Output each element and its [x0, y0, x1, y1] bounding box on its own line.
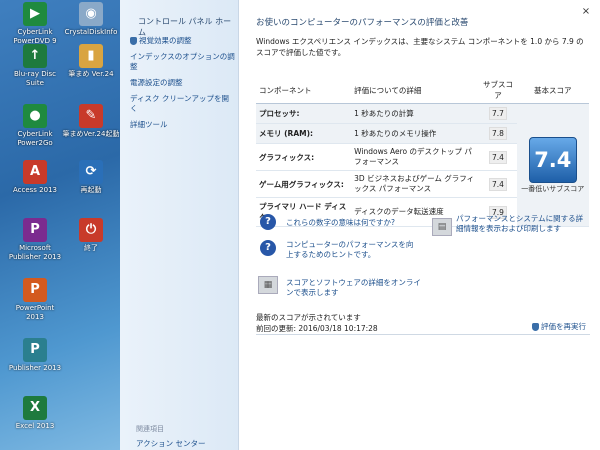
- desktop-icon-label: CyberLink PowerDVD 9: [13, 28, 57, 45]
- app-icon: P: [23, 338, 47, 362]
- base-score-caption: 一番低いサブスコア: [521, 184, 585, 193]
- software-icon: ▦: [258, 276, 278, 294]
- app-icon: ⟳: [79, 160, 103, 184]
- performance-window: コントロール パネル ホーム 視覚効果の調整 インデックスのオプションの調整 電…: [120, 0, 600, 450]
- row-component: メモリ (RAM):: [256, 123, 352, 144]
- row-subscore: 7.7: [488, 107, 507, 120]
- table-header: コンポーネント 評価についての詳細 サブスコア 基本スコア: [256, 77, 589, 104]
- desktop-icon-label: Excel 2013: [15, 422, 55, 430]
- status-latest: 最新のスコアが示されています: [256, 313, 361, 322]
- desktop-icon[interactable]: ↑ Blu-ray Disc Suite: [6, 44, 64, 88]
- nav-disk-cleanup[interactable]: ディスク クリーンアップを開く: [130, 94, 235, 114]
- app-icon: ↑: [23, 44, 47, 68]
- desktop-icon[interactable]: ✎ 筆まめVer.24起動: [62, 104, 120, 139]
- desktop-icon[interactable]: ◉ CrystalDiskInfo: [62, 2, 120, 37]
- row-subscore: 7.8: [488, 127, 507, 140]
- desktop-icon[interactable]: ▶ CyberLink PowerDVD 9: [6, 2, 64, 46]
- help-link-tips[interactable]: コンピューターのパフォーマンスを向上するためのヒントです。: [286, 240, 416, 260]
- header-base: 基本スコア: [516, 77, 589, 104]
- desktop-icon-label: Microsoft Publisher 2013: [8, 244, 62, 261]
- header-detail: 評価についての詳細: [351, 77, 480, 104]
- desktop-icon[interactable]: P Publisher 2013: [6, 338, 64, 373]
- desktop-icon[interactable]: A Access 2013: [6, 160, 64, 195]
- row-detail: Windows Aero のデスクトップ パフォーマンス: [351, 143, 480, 171]
- desktop-icon-label: 筆まめ Ver.24: [68, 70, 114, 78]
- row-detail: 1 秒あたりの計算: [351, 103, 480, 124]
- desktop-icon-label: PowerPoint 2013: [15, 304, 55, 321]
- left-nav: コントロール パネル ホーム 視覚効果の調整 インデックスのオプションの調整 電…: [120, 0, 239, 450]
- app-icon: ●: [23, 104, 47, 128]
- desktop-icon-label: 終了: [84, 244, 98, 252]
- desktop-icon-label: 再起動: [80, 186, 102, 194]
- control-panel-home-link[interactable]: コントロール パネル ホーム: [138, 16, 238, 38]
- desktop: ▶ CyberLink PowerDVD 9 ◉ CrystalDiskInfo ↑ Bl…: [0, 0, 120, 450]
- desktop-icon[interactable]: ● CyberLink Power2Go: [6, 104, 64, 148]
- app-icon: P: [23, 218, 47, 242]
- row-detail: 3D ビジネスおよびゲーム グラフィックス パフォーマンス: [351, 170, 480, 198]
- action-center-link[interactable]: アクション センター: [136, 438, 206, 449]
- shield-icon: [532, 323, 539, 331]
- shield-icon: [130, 37, 137, 45]
- row-component: プロセッサ:: [256, 103, 352, 124]
- see-also-heading: 関連項目: [136, 425, 164, 433]
- nav-power-settings[interactable]: 電源設定の調整: [130, 78, 235, 88]
- app-icon: ◉: [79, 2, 103, 26]
- app-icon: ▮: [79, 44, 103, 68]
- rerun-assessment-button[interactable]: 評価を再実行: [532, 321, 586, 332]
- status-text: 最新のスコアが示されています 前回の更新: 2016/03/18 10:17:2…: [256, 312, 378, 334]
- app-icon: P: [23, 278, 47, 302]
- row-component: ゲーム用グラフィックス:: [256, 170, 352, 198]
- row-subscore: 7.4: [488, 177, 507, 191]
- app-icon: X: [23, 396, 47, 420]
- desktop-icon-label: CrystalDiskInfo: [64, 28, 118, 36]
- desktop-icon[interactable]: P PowerPoint 2013: [6, 278, 64, 322]
- app-icon: A: [23, 160, 47, 184]
- row-subscore: 7.4: [488, 150, 507, 164]
- intro-text: Windows エクスペリエンス インデックスは、主要なシステム コンポーネント…: [256, 37, 584, 57]
- app-icon: ✎: [79, 104, 103, 128]
- help-link-meaning[interactable]: これらの数字の意味は何ですか?: [286, 218, 416, 228]
- close-icon[interactable]: ×: [580, 6, 592, 18]
- desktop-icon[interactable]: ⏻ 終了: [62, 218, 120, 253]
- app-icon: ▶: [23, 2, 47, 26]
- status-last-updated: 前回の更新: 2016/03/18 10:17:28: [256, 324, 378, 333]
- divider: [256, 334, 590, 335]
- base-score-cell: 7.4 一番低いサブスコア: [516, 103, 589, 227]
- desktop-icon-label: 筆まめVer.24起動: [62, 130, 120, 138]
- desktop-icon-label: Publisher 2013: [8, 364, 62, 372]
- page-title: お使いのコンピューターのパフォーマンスの評価と改善: [256, 18, 469, 28]
- app-icon: ⏻: [79, 218, 103, 242]
- desktop-icon-label: CyberLink Power2Go: [17, 130, 53, 147]
- desktop-icon[interactable]: P Microsoft Publisher 2013: [6, 218, 64, 262]
- table-row: プロセッサ: 1 秒あたりの計算 7.7 7.4 一番低いサブスコア: [256, 103, 589, 227]
- desktop-icon[interactable]: ⟳ 再起動: [62, 160, 120, 195]
- help-link-online-details[interactable]: スコアとソフトウェアの詳細をオンラインで表示します: [286, 278, 426, 298]
- printer-icon: ▤: [432, 218, 452, 236]
- desktop-icon[interactable]: X Excel 2013: [6, 396, 64, 431]
- header-component: コンポーネント: [256, 77, 352, 104]
- base-score-badge: 7.4: [528, 136, 577, 183]
- nav-index-options[interactable]: インデックスのオプションの調整: [130, 52, 235, 72]
- nav-list: 視覚効果の調整 インデックスのオプションの調整 電源設定の調整 ディスク クリー…: [130, 36, 235, 136]
- nav-advanced-tools[interactable]: 詳細ツール: [130, 120, 235, 130]
- desktop-icon-label: Access 2013: [12, 186, 57, 194]
- help-question-icon: ?: [260, 214, 276, 230]
- help-question-icon: ?: [260, 240, 276, 256]
- header-subscore: サブスコア: [479, 77, 517, 104]
- main-content: × お使いのコンピューターのパフォーマンスの評価と改善 Windows エクスペ…: [242, 0, 600, 450]
- row-component: グラフィックス:: [256, 143, 352, 171]
- score-table: コンポーネント 評価についての詳細 サブスコア 基本スコア プロセッサ: 1 秒…: [256, 77, 589, 227]
- nav-visual-effects[interactable]: 視覚効果の調整: [130, 36, 235, 46]
- desktop-icon-label: Blu-ray Disc Suite: [13, 70, 57, 87]
- desktop-icon[interactable]: ▮ 筆まめ Ver.24: [62, 44, 120, 79]
- help-link-print-details[interactable]: パフォーマンスとシステムに関する詳細情報を表示および印刷します: [456, 214, 588, 234]
- row-detail: 1 秒あたりのメモリ操作: [351, 123, 480, 144]
